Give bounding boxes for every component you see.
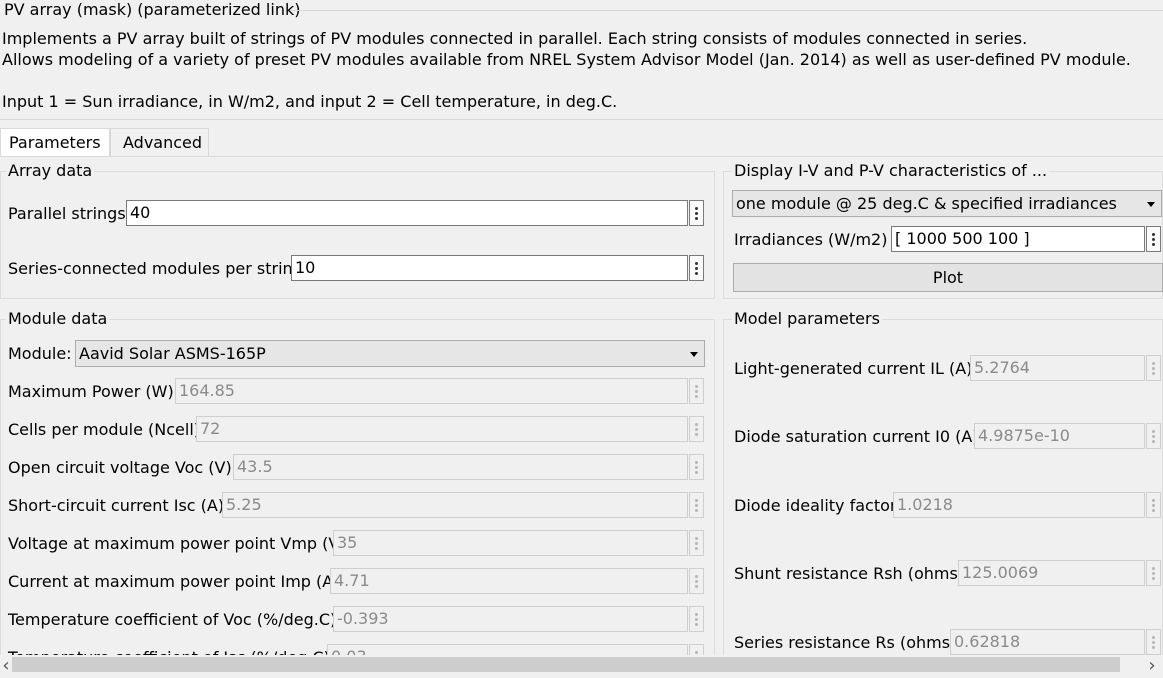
description-line-1: Implements a PV array built of strings o… xyxy=(2,29,1028,48)
vmp-label: Voltage at maximum power point Vmp (V) xyxy=(8,534,346,553)
isc-field: 5.25 xyxy=(222,492,688,518)
rs-label: Series resistance Rs (ohms) xyxy=(734,633,957,652)
title-divider xyxy=(290,10,1163,11)
scroll-right-icon[interactable]: › xyxy=(1146,655,1158,678)
series-modules-input[interactable]: 10 xyxy=(291,255,688,281)
max-power-field: 164.85 xyxy=(175,378,688,404)
imp-label: Current at maximum power point Imp (A) xyxy=(8,572,340,591)
irradiances-label: Irradiances (W/m2) xyxy=(734,230,888,249)
irradiances-more-icon[interactable] xyxy=(1146,226,1161,252)
chevron-down-icon xyxy=(1147,202,1155,207)
il-field: 5.2764 xyxy=(970,355,1145,381)
il-more-icon xyxy=(1146,355,1161,381)
scrollbar-thumb[interactable] xyxy=(12,657,1120,672)
parallel-strings-label: Parallel strings xyxy=(8,204,126,223)
voc-more-icon xyxy=(689,454,704,480)
irradiances-input[interactable]: [ 1000 500 100 ] xyxy=(891,226,1145,252)
model-params-title: Model parameters xyxy=(732,309,882,329)
max-power-more-icon xyxy=(689,378,704,404)
chevron-down-icon xyxy=(690,352,698,357)
parallel-strings-input[interactable]: 40 xyxy=(126,200,688,226)
cells-per-module-label: Cells per module (Ncell) xyxy=(8,420,201,439)
temp-coeff-voc-field: -0.393 xyxy=(333,606,688,632)
parallel-strings-more-icon[interactable] xyxy=(689,200,704,226)
module-label: Module: xyxy=(8,344,72,363)
isc-more-icon xyxy=(689,492,704,518)
display-select[interactable]: one module @ 25 deg.C & specified irradi… xyxy=(732,190,1162,217)
voc-label: Open circuit voltage Voc (V) xyxy=(8,458,232,477)
window-title: PV array (mask) (parameterized link) xyxy=(4,0,301,19)
voc-field: 43.5 xyxy=(233,454,688,480)
temp-coeff-voc-label: Temperature coefficient of Voc (%/deg.C) xyxy=(8,610,337,629)
cells-per-module-field: 72 xyxy=(196,416,688,442)
isc-label: Short-circuit current Isc (A) xyxy=(8,496,225,515)
imp-field: 4.71 xyxy=(330,568,688,594)
cells-per-module-more-icon xyxy=(689,416,704,442)
series-modules-label: Series-connected modules per string xyxy=(8,259,303,278)
rsh-label: Shunt resistance Rsh (ohms) xyxy=(734,564,965,583)
plot-button[interactable]: Plot xyxy=(733,263,1163,292)
module-select[interactable]: Aavid Solar ASMS-165P xyxy=(75,340,705,367)
i0-label: Diode saturation current I0 (A) xyxy=(734,427,979,446)
rsh-more-icon xyxy=(1146,560,1161,586)
module-select-value: Aavid Solar ASMS-165P xyxy=(79,344,266,363)
description-line-3: Input 1 = Sun irradiance, in W/m2, and i… xyxy=(2,92,618,111)
series-modules-more-icon[interactable] xyxy=(689,255,704,281)
max-power-label: Maximum Power (W) xyxy=(8,382,174,401)
i0-more-icon xyxy=(1146,423,1161,449)
ideality-more-icon xyxy=(1146,492,1161,518)
horizontal-scrollbar[interactable]: ‹ › xyxy=(0,655,1163,678)
module-data-title: Module data xyxy=(6,309,110,329)
vmp-field: 35 xyxy=(333,530,688,556)
rsh-field: 125.0069 xyxy=(958,560,1145,586)
header-divider xyxy=(0,119,1163,120)
i0-field: 4.9875e-10 xyxy=(974,423,1145,449)
tab-parameters[interactable]: Parameters xyxy=(0,128,110,157)
il-label: Light-generated current IL (A) xyxy=(734,359,973,378)
vmp-more-icon xyxy=(689,530,704,556)
tab-advanced[interactable]: Advanced xyxy=(110,128,209,157)
ideality-field: 1.0218 xyxy=(893,492,1145,518)
description-line-2: Allows modeling of a variety of preset P… xyxy=(2,50,1131,69)
imp-more-icon xyxy=(689,568,704,594)
display-title: Display I-V and P-V characteristics of .… xyxy=(732,161,1050,181)
rs-more-icon xyxy=(1146,629,1161,655)
ideality-label: Diode ideality factor xyxy=(734,496,897,515)
scroll-left-icon[interactable]: ‹ xyxy=(0,655,12,678)
rs-field: 0.62818 xyxy=(950,629,1145,655)
array-data-title: Array data xyxy=(6,161,95,181)
temp-coeff-voc-more-icon xyxy=(689,606,704,632)
display-select-value: one module @ 25 deg.C & specified irradi… xyxy=(736,194,1117,213)
